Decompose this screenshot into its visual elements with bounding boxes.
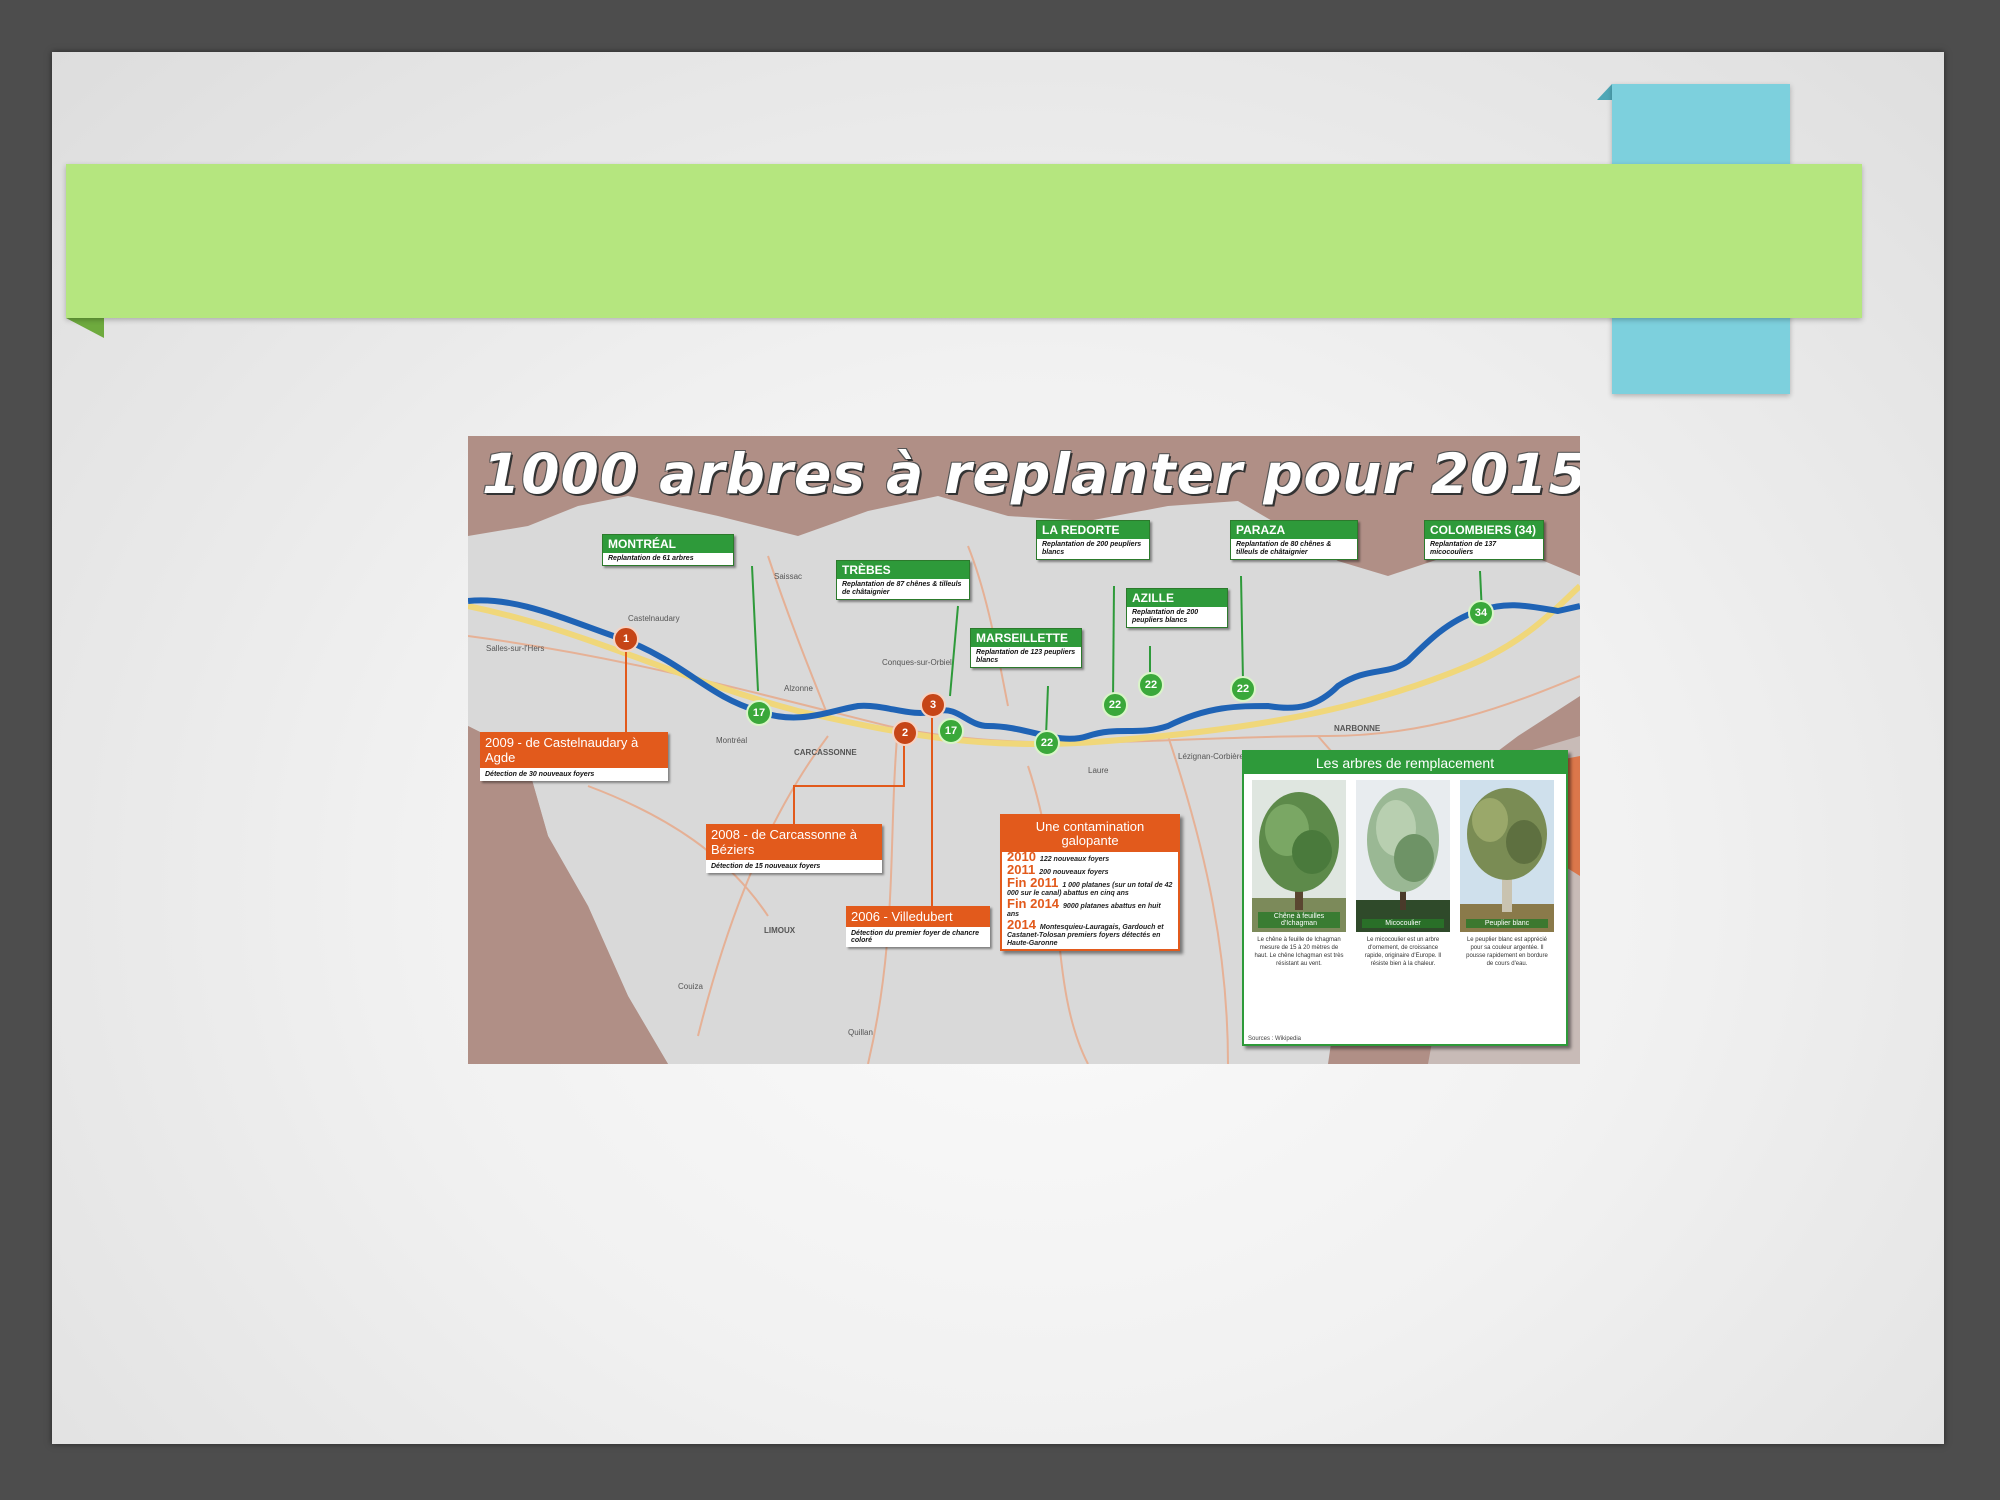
label-paraza[interactable]: PARAZA Replantation de 80 chênes & tille… [1230, 520, 1358, 560]
town-label: Quillan [848, 1028, 873, 1037]
timeline-year: Fin 2014 [1007, 896, 1060, 911]
label-2006-text: Détection du premier foyer de chancre co… [851, 930, 979, 944]
label-2009-title: 2009 - de Castelnaudary à Agde [480, 732, 668, 768]
town-label: NARBONNE [1334, 724, 1381, 733]
label-paraza-title: PARAZA [1231, 521, 1357, 539]
green-pin[interactable]: 22 [1230, 676, 1256, 702]
label-trebes[interactable]: TRÈBES Replantation de 87 chênes & tille… [836, 560, 970, 600]
label-2009[interactable]: 2009 - de Castelnaudary à Agde Détection… [480, 732, 668, 781]
orange-pin[interactable]: 3 [920, 692, 946, 718]
peuplier-photo-art [1460, 780, 1554, 932]
label-montreal-text: Replantation de 61 arbres [608, 555, 694, 562]
oak-photo: Chêne à feuilles d'Ichagman [1252, 780, 1346, 932]
label-marseillette[interactable]: MARSEILLETTE Replantation de 123 peuplie… [970, 628, 1082, 668]
label-azille-title: AZILLE [1127, 589, 1227, 607]
map-figure[interactable]: 1000 arbres à replanter pour 2015 Castel… [468, 436, 1580, 1064]
green-pin[interactable]: 17 [746, 700, 772, 726]
town-label: LIMOUX [764, 926, 796, 935]
micocoulier-photo: Micocoulier [1356, 780, 1450, 932]
tree-oak[interactable]: Chêne à feuilles d'Ichagman Le chêne à f… [1252, 780, 1346, 972]
orange-pin[interactable]: 1 [613, 626, 639, 652]
town-label: Laure [1088, 766, 1109, 775]
label-trebes-title: TRÈBES [837, 561, 969, 579]
town-label: Conques-sur-Orbiel [882, 658, 952, 667]
label-colombiers-text: Replantation de 137 micocouliers [1430, 541, 1497, 556]
label-azille-text: Replantation de 200 peupliers blancs [1132, 609, 1199, 624]
green-pin[interactable]: 22 [1138, 672, 1164, 698]
label-montreal[interactable]: MONTRÉAL Replantation de 61 arbres [602, 534, 734, 566]
trees-source: Sources : Wikipedia [1248, 1036, 1302, 1042]
label-la-redorte-title: LA REDORTE [1037, 521, 1149, 539]
figure-title: 1000 arbres à replanter pour 2015 [482, 442, 1580, 506]
micocoulier-description: Le micocoulier est un arbre d'ornement, … [1364, 937, 1442, 967]
title-band-fold [66, 318, 104, 338]
green-pin[interactable]: 34 [1468, 600, 1494, 626]
peuplier-photo: Peuplier blanc [1460, 780, 1554, 932]
green-pin[interactable]: 17 [938, 718, 964, 744]
timeline-row: 2014 Montesquieu-Lauragais, Gardouch et C… [1002, 917, 1178, 949]
label-la-redorte-text: Replantation de 200 peupliers blancs [1042, 541, 1142, 556]
orange-pin[interactable]: 2 [892, 720, 918, 746]
label-2008[interactable]: 2008 - de Carcassonne à Béziers Détectio… [706, 824, 882, 873]
town-label: Castelnaudary [628, 614, 680, 623]
timeline-text: 122 nouveaux foyers [1039, 856, 1110, 863]
trees-title: Les arbres de remplacement [1244, 752, 1566, 774]
label-azille[interactable]: AZILLE Replantation de 200 peupliers bla… [1126, 588, 1228, 628]
town-label: Couiza [678, 982, 703, 991]
oak-photo-art [1252, 780, 1346, 932]
label-trebes-text: Replantation de 87 chênes & tilleuls de … [842, 581, 962, 596]
label-colombiers[interactable]: COLOMBIERS (34) Replantation de 137 mico… [1424, 520, 1544, 560]
peuplier-caption: Peuplier blanc [1466, 919, 1548, 928]
tree-peuplier[interactable]: Peuplier blanc Le peuplier blanc est app… [1460, 780, 1554, 972]
timeline-year: Fin 2011 [1007, 875, 1059, 890]
timeline-title: Une contamination galopante [1002, 816, 1178, 852]
title-band[interactable] [66, 164, 1862, 318]
town-label: Montréal [716, 736, 748, 745]
peuplier-description: Le peuplier blanc est apprécié pour sa c… [1466, 937, 1548, 967]
contamination-timeline[interactable]: Une contamination galopante 2010 122 nouv… [1000, 814, 1180, 951]
timeline-year: 2014 [1007, 917, 1036, 932]
replacement-trees-panel[interactable]: Les arbres de remplacement Chêne à feuil… [1242, 750, 1568, 1046]
oak-description: Le chêne à feuille de Ichagman mesure de… [1254, 937, 1344, 967]
label-2008-title: 2008 - de Carcassonne à Béziers [706, 824, 882, 860]
town-label: Alzonne [784, 684, 813, 693]
blue-tab-fold [1597, 84, 1612, 100]
slide: 1000 arbres à replanter pour 2015 Castel… [52, 52, 1944, 1444]
label-2009-text: Détection de 30 nouveaux foyers [485, 771, 595, 778]
tree-micocoulier[interactable]: Micocoulier Le micocoulier est un arbre … [1356, 780, 1450, 972]
town-label: Salles-sur-l'Hers [486, 644, 545, 653]
label-2006-title: 2006 - Villedubert [846, 906, 990, 927]
label-la-redorte[interactable]: LA REDORTE Replantation de 200 peupliers… [1036, 520, 1150, 560]
label-colombiers-title: COLOMBIERS (34) [1425, 521, 1543, 539]
green-pin[interactable]: 22 [1034, 730, 1060, 756]
town-label: CARCASSONNE [794, 748, 857, 757]
label-paraza-text: Replantation de 80 chênes & tilleuls de … [1236, 541, 1332, 556]
label-2008-text: Détection de 15 nouveaux foyers [711, 863, 821, 870]
micocoulier-caption: Micocoulier [1362, 919, 1444, 928]
town-label: Saissac [774, 572, 803, 581]
green-pin[interactable]: 22 [1102, 692, 1128, 718]
label-marseillette-title: MARSEILLETTE [971, 629, 1081, 647]
label-montreal-title: MONTRÉAL [603, 535, 733, 553]
label-marseillette-text: Replantation de 123 peupliers blancs [976, 649, 1076, 664]
oak-caption: Chêne à feuilles d'Ichagman [1258, 912, 1340, 928]
label-2006[interactable]: 2006 - Villedubert Détection du premier … [846, 906, 990, 947]
town-label: Lézignan-Corbières [1178, 752, 1248, 761]
micocoulier-photo-art [1356, 780, 1450, 932]
